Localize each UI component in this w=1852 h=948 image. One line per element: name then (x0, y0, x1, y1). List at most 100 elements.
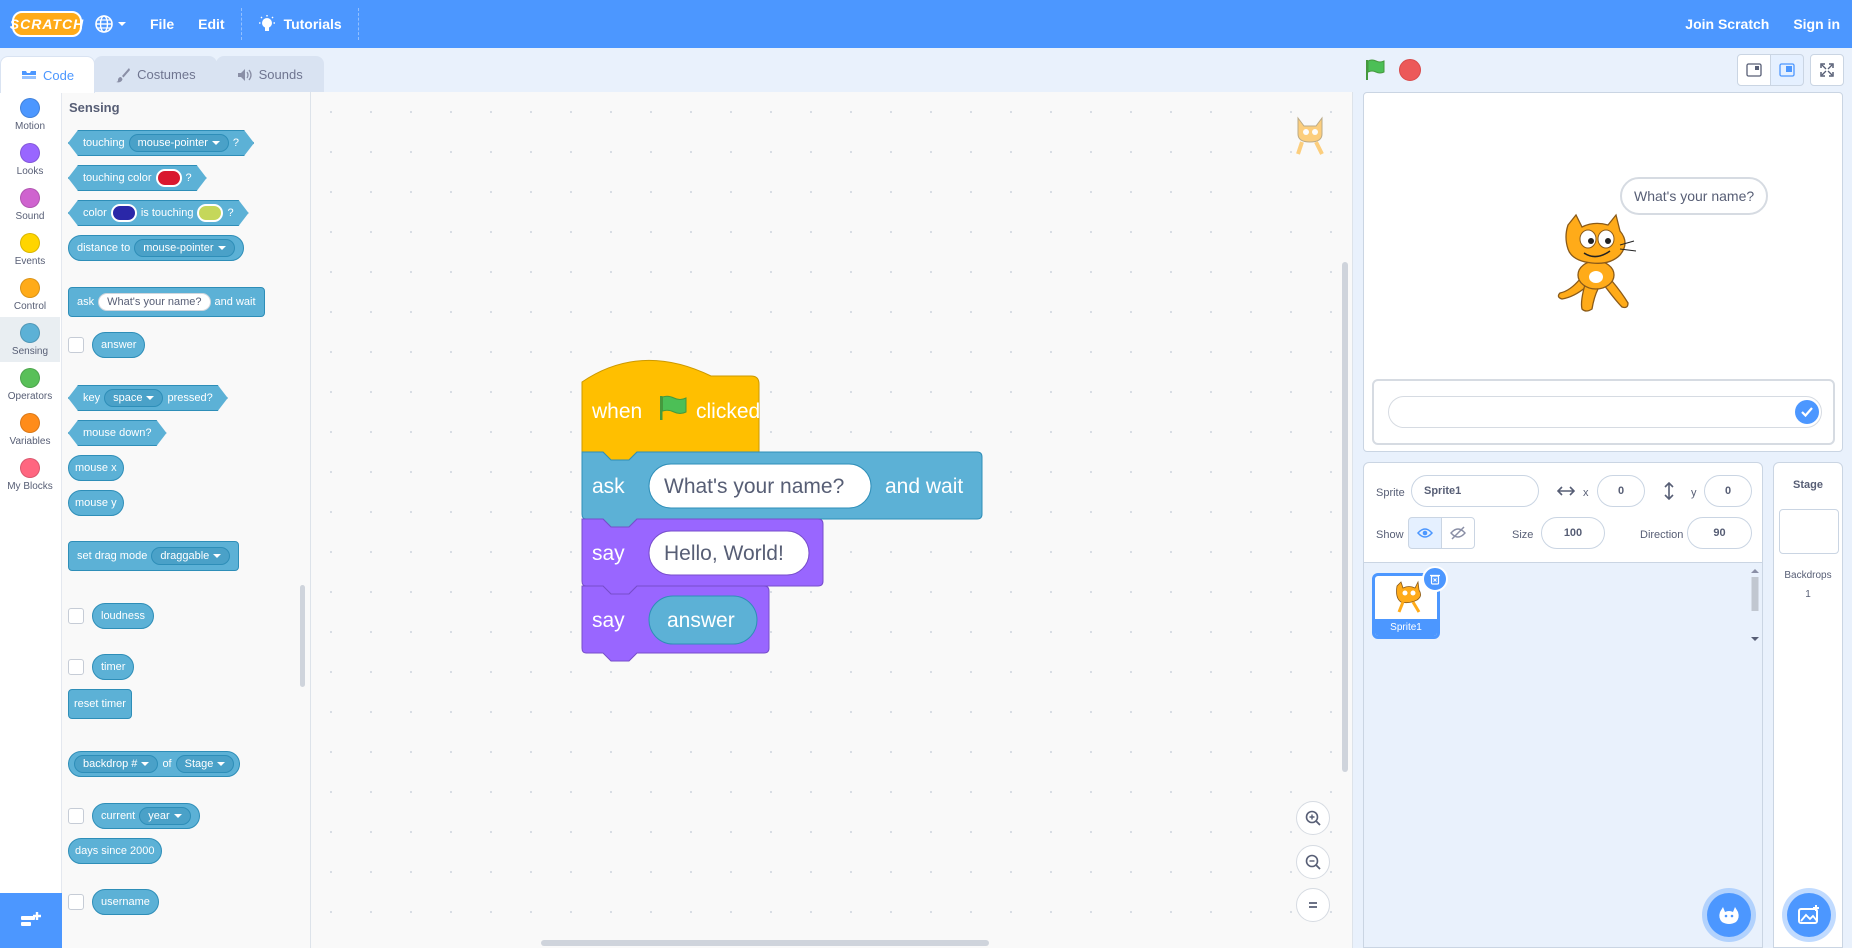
tab-code[interactable]: Code (0, 56, 96, 93)
tab-costumes[interactable]: Costumes (94, 56, 217, 92)
script-stack[interactable]: when clicked ask What's your name? and w… (581, 354, 1001, 674)
ask-input[interactable]: What's your name? (98, 293, 211, 311)
sign-in-link[interactable]: Sign in (1783, 0, 1852, 48)
stage-thumbnail[interactable] (1779, 509, 1839, 554)
edit-menu[interactable]: Edit (186, 0, 236, 48)
x-position-input[interactable]: 0 (1597, 475, 1645, 507)
answer-checkbox[interactable] (68, 337, 84, 353)
join-scratch-link[interactable]: Join Scratch (1671, 0, 1783, 48)
block-mouse-down[interactable]: mouse down? (68, 420, 167, 446)
events-color-dot (20, 232, 40, 253)
block-answer[interactable]: answer (92, 332, 146, 358)
choose-sprite-button[interactable] (1707, 893, 1751, 937)
block-touching-color[interactable]: touching color ? (68, 165, 207, 191)
block-ask-and-wait[interactable]: ask What's your name? and wait (68, 287, 265, 317)
block-current[interactable]: current year (92, 803, 200, 829)
direction-input[interactable]: 90 (1687, 517, 1752, 549)
sprite-name-input[interactable]: Sprite1 (1411, 475, 1539, 507)
category-my-blocks[interactable]: My Blocks (0, 452, 60, 497)
delete-sprite-button[interactable] (1422, 566, 1448, 592)
workspace-vertical-scrollbar[interactable] (1342, 262, 1348, 772)
size-label: Size (1512, 529, 1534, 541)
trash-icon (1430, 574, 1440, 585)
code-icon (22, 71, 36, 79)
block-reset-timer[interactable]: reset timer (68, 689, 132, 719)
key-dropdown[interactable]: space (104, 389, 163, 407)
block-timer[interactable]: timer (92, 654, 135, 680)
direction-label: Direction (1640, 529, 1684, 541)
block-username[interactable]: username (92, 889, 159, 915)
choose-backdrop-button[interactable] (1787, 893, 1831, 937)
drag-mode-dropdown[interactable]: draggable (151, 547, 231, 565)
block-color-touching-color[interactable]: color is touching ? (68, 200, 249, 226)
category-motion[interactable]: Motion (0, 92, 60, 137)
username-checkbox[interactable] (68, 894, 84, 910)
block-days-since-2000[interactable]: days since 2000 (68, 838, 162, 864)
category-looks[interactable]: Looks (0, 137, 60, 182)
touching-dropdown[interactable]: mouse-pointer (129, 134, 229, 152)
ask-input-value: What's your name? (664, 475, 844, 498)
category-operators[interactable]: Operators (0, 362, 60, 407)
stage-canvas[interactable]: What's your name? (1363, 92, 1843, 452)
dropdown-value: backdrop # (83, 758, 138, 770)
color-swatch-lime[interactable] (197, 204, 223, 222)
block-loudness[interactable]: loudness (92, 603, 155, 629)
palette-scrollbar[interactable] (300, 585, 305, 687)
show-sprite-button[interactable] (1408, 517, 1442, 549)
color-swatch-red[interactable] (156, 169, 182, 187)
say-answer-block[interactable]: say answer (581, 585, 770, 662)
backdrop-property-dropdown[interactable]: backdrop # (74, 755, 159, 773)
category-events[interactable]: Events (0, 227, 60, 272)
block-mouse-y[interactable]: mouse y (68, 490, 124, 516)
cat-sprite-icon[interactable] (1550, 211, 1650, 315)
block-text: days since 2000 (75, 845, 155, 857)
distance-dropdown[interactable]: mouse-pointer (134, 239, 235, 257)
language-menu[interactable] (82, 0, 138, 48)
add-extension-button[interactable] (0, 893, 62, 948)
current-checkbox[interactable] (68, 808, 84, 824)
green-flag-button[interactable] (1363, 58, 1387, 82)
sprite-info-pane: Sprite Sprite1 x 0 y 0 Show Size 100 Dir… (1363, 462, 1763, 948)
category-control[interactable]: Control (0, 272, 60, 317)
hide-sprite-button[interactable] (1441, 517, 1475, 549)
stop-button[interactable] (1399, 59, 1421, 81)
file-menu[interactable]: File (138, 0, 186, 48)
current-dropdown[interactable]: year (139, 807, 191, 825)
submit-answer-button[interactable] (1795, 400, 1819, 424)
timer-checkbox[interactable] (68, 659, 84, 675)
zoom-in-button[interactable] (1296, 801, 1330, 835)
object-dropdown[interactable]: Stage (175, 755, 235, 773)
sprite-name-label: Sprite (1376, 487, 1405, 499)
when-flag-clicked-block[interactable]: when clicked (581, 360, 760, 461)
block-touching[interactable]: touching mouse-pointer ? (68, 130, 254, 156)
block-text: key (83, 392, 101, 404)
loudness-checkbox[interactable] (68, 608, 84, 624)
color-swatch-navy[interactable] (111, 204, 137, 222)
zoom-out-button[interactable] (1296, 845, 1330, 879)
block-mouse-x[interactable]: mouse x (68, 455, 124, 481)
stage-target-pane[interactable]: Stage Backdrops 1 (1773, 462, 1843, 948)
ask-and-wait-block[interactable]: ask What's your name? and wait (581, 451, 983, 528)
zoom-reset-button[interactable] (1296, 888, 1330, 922)
tutorials-button[interactable]: Tutorials (246, 0, 354, 48)
block-backdrop-of[interactable]: backdrop # of Stage (68, 751, 241, 777)
answer-input[interactable] (1388, 396, 1822, 428)
category-sensing[interactable]: Sensing (0, 317, 60, 362)
block-set-drag-mode[interactable]: set drag mode draggable (68, 541, 240, 571)
tab-sounds[interactable]: Sounds (215, 56, 324, 92)
small-stage-button[interactable] (1737, 54, 1771, 86)
size-input[interactable]: 100 (1541, 517, 1605, 549)
y-position-input[interactable]: 0 (1704, 475, 1752, 507)
large-stage-button[interactable] (1770, 54, 1804, 86)
scratch-logo[interactable]: SCRATCH (10, 11, 83, 37)
workspace-horizontal-scrollbar[interactable] (541, 940, 989, 946)
block-distance-to[interactable]: distance to mouse-pointer (68, 235, 244, 261)
script-workspace[interactable]: when clicked ask What's your name? and w… (311, 92, 1353, 948)
block-key-pressed[interactable]: key space pressed? (68, 385, 228, 411)
say-hello-block[interactable]: say Hello, World! (581, 518, 824, 595)
category-variables[interactable]: Variables (0, 407, 60, 452)
sprite-list-scrollbar[interactable] (1750, 569, 1760, 641)
fullscreen-button[interactable] (1810, 54, 1844, 86)
category-sound[interactable]: Sound (0, 182, 60, 227)
cat-plus-icon (1719, 907, 1739, 924)
